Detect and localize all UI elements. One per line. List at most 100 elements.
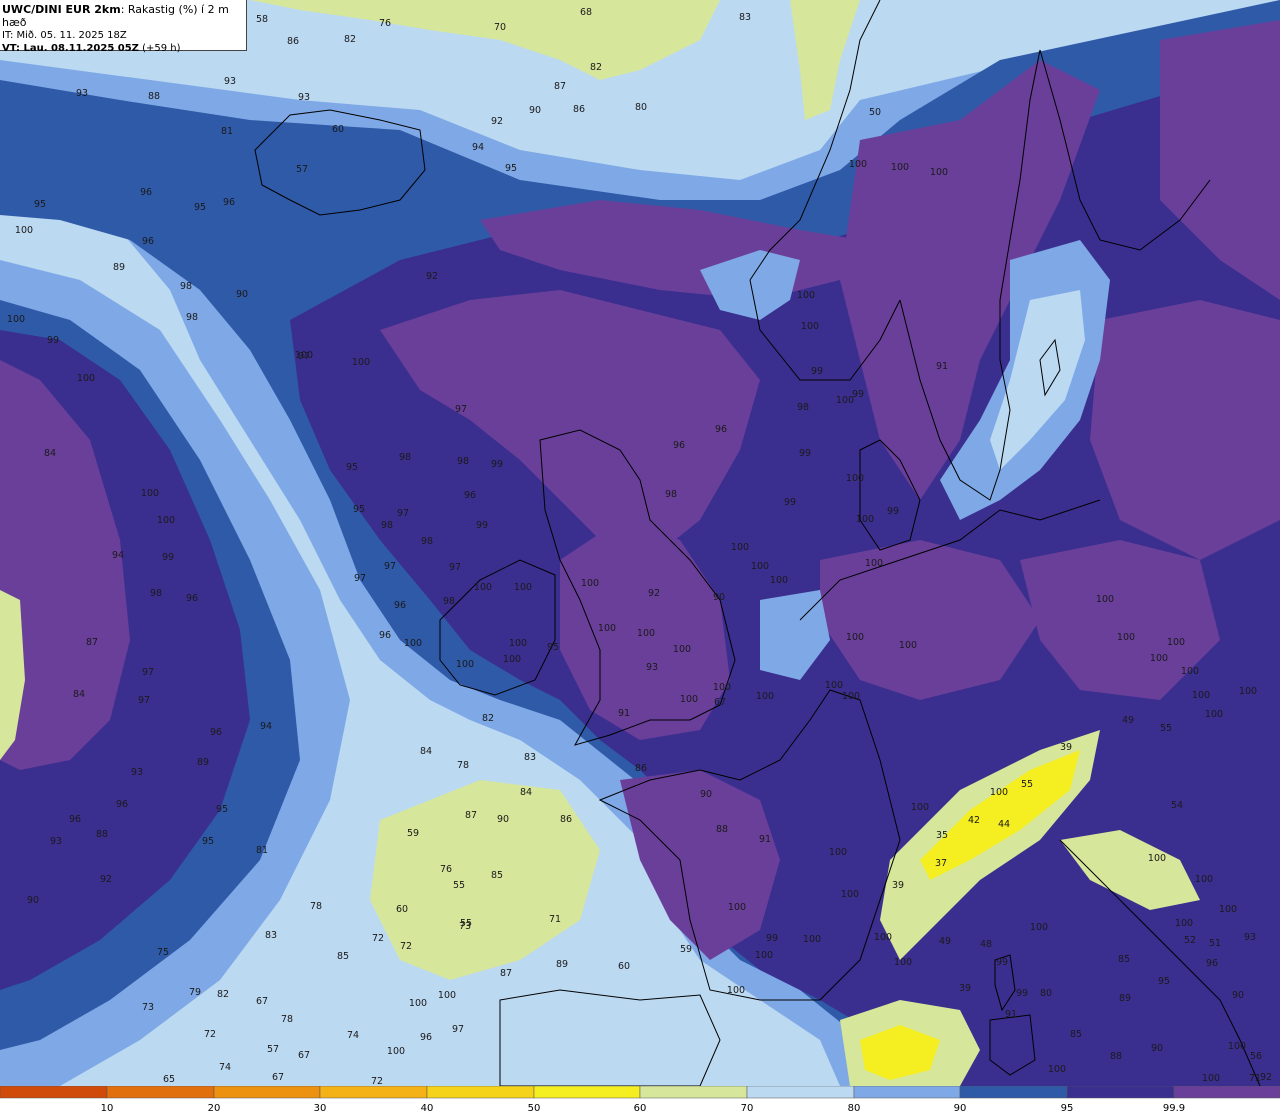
value-label: 88 (1110, 1051, 1122, 1062)
value-label: 100 (1175, 918, 1193, 929)
value-label: 99 (162, 552, 174, 563)
colorbar-label: 60 (634, 1103, 647, 1114)
value-label: 96 (420, 1032, 432, 1043)
value-label: 99 (47, 335, 59, 346)
value-label: 98 (443, 596, 455, 607)
value-label: 90 (1232, 990, 1244, 1001)
value-label: 71 (549, 914, 561, 925)
value-label: 99 (766, 933, 778, 944)
value-label: 52 (1184, 935, 1196, 946)
value-label: 90 (713, 592, 725, 603)
value-label: 48 (980, 939, 992, 950)
value-label: 96 (210, 727, 222, 738)
value-label: 100 (409, 998, 427, 1009)
value-label: 100 (456, 659, 474, 670)
value-label: 100 (509, 638, 527, 649)
value-label: 100 (1205, 709, 1223, 720)
value-label: 42 (968, 815, 980, 826)
value-label: 100 (1150, 653, 1168, 664)
value-label: 97 (449, 562, 461, 573)
value-label: 99 (784, 497, 796, 508)
value-label: 49 (939, 936, 951, 947)
value-label: 100 (1030, 922, 1048, 933)
value-label: 85 (1070, 1029, 1082, 1040)
value-label: 100 (141, 488, 159, 499)
value-label: 85 (491, 870, 503, 881)
value-label: 93 (50, 836, 62, 847)
value-label: 100 (1195, 874, 1213, 885)
value-label: 97 (455, 404, 467, 415)
value-label: 98 (797, 402, 809, 413)
value-label: 100 (1228, 1041, 1246, 1052)
value-label: 96 (394, 600, 406, 611)
value-label: 100 (514, 582, 532, 593)
value-label: 91 (759, 834, 771, 845)
value-label: 100 (637, 628, 655, 639)
colorbar-label: 50 (528, 1103, 541, 1114)
value-label: 90 (700, 789, 712, 800)
value-label: 82 (590, 62, 602, 73)
value-label: 100 (874, 932, 892, 943)
value-label: 95 (353, 504, 365, 515)
value-label: 100 (728, 902, 746, 913)
value-label: 87 (500, 968, 512, 979)
value-label: 100 (770, 575, 788, 586)
value-label: 55 (1021, 779, 1033, 790)
value-label: 67 (714, 697, 726, 708)
value-label: 73 (459, 921, 471, 932)
value-label: 78 (281, 1014, 293, 1025)
valid-time-line: VT: Lau. 08.11.2025 05Z (+59 h) (2, 42, 244, 55)
value-label: 51 (1209, 938, 1221, 949)
value-label: 86 (560, 814, 572, 825)
value-label: 78 (310, 901, 322, 912)
value-label: 80 (635, 102, 647, 113)
value-label: 100 (841, 889, 859, 900)
value-label: 100 (1096, 594, 1114, 605)
value-label: 84 (73, 689, 85, 700)
value-label: 91 (936, 361, 948, 372)
colorbar-swatch (959, 1086, 1068, 1099)
value-label: 88 (148, 91, 160, 102)
value-label: 95 (547, 642, 559, 653)
value-label: 55 (453, 880, 465, 891)
value-label: 100 (387, 1046, 405, 1057)
value-label: 72 (400, 941, 412, 952)
humidity-map[interactable]: 58 76 70 68 83 82 86 82 90 87 86 80 88 93 93 81 93 92 60 57… (0, 0, 1280, 1086)
value-label: 92 (491, 116, 503, 127)
value-label: 74 (347, 1030, 359, 1041)
value-label: 84 (520, 787, 532, 798)
value-label: 100 (842, 691, 860, 702)
value-label: 78 (457, 760, 469, 771)
colorbar-label: 20 (208, 1103, 221, 1114)
value-label: 97 (452, 1024, 464, 1035)
value-label: 89 (113, 262, 125, 273)
lead-time: (+59 h) (138, 43, 181, 54)
colorbar-swatch (319, 1086, 428, 1099)
value-label: 74 (219, 1062, 231, 1073)
value-label: 72 (372, 933, 384, 944)
value-label: 100 (930, 167, 948, 178)
model-name: UWC/DINI EUR 2km (2, 3, 121, 16)
value-label: 82 (217, 989, 229, 1000)
value-label: 99 (887, 506, 899, 517)
value-label: 57 (267, 1044, 279, 1055)
colorbar-swatch (853, 1086, 961, 1099)
issue-time: IT: Mið. 05. 11. 2025 18Z (2, 30, 127, 41)
value-label: 100 (503, 654, 521, 665)
value-label: 100 (673, 644, 691, 655)
value-label: 86 (573, 104, 585, 115)
value-label: 35 (936, 830, 948, 841)
value-label: 93 (224, 76, 236, 87)
value-label: 98 (665, 489, 677, 500)
value-label: 98 (421, 536, 433, 547)
colorbar-swatch (426, 1086, 535, 1099)
value-label: 55 (1160, 723, 1172, 734)
value-label: 94 (112, 550, 124, 561)
value-label: 100 (1117, 632, 1135, 643)
value-label: 90 (236, 289, 248, 300)
value-label: 99 (799, 448, 811, 459)
value-label: 87 (554, 81, 566, 92)
value-label: 84 (420, 746, 432, 757)
value-label: 85 (337, 951, 349, 962)
value-label: 60 (618, 961, 630, 972)
